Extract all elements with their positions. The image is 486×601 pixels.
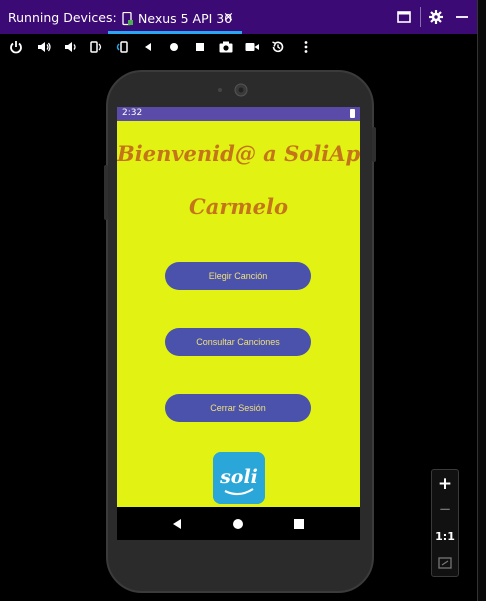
app-screen: 2:32 Bienvenid@ a SoliApp Carmelo Elegir… bbox=[117, 107, 360, 540]
volume-down-icon[interactable] bbox=[62, 39, 78, 55]
running-devices-window: Running Devices: Nexus 5 API 30 × 2:32 B… bbox=[0, 0, 486, 601]
logout-button[interactable]: Cerrar Sesión bbox=[165, 394, 311, 422]
consult-songs-button[interactable]: Consultar Canciones bbox=[165, 328, 311, 356]
zoom-in-button[interactable]: + bbox=[432, 474, 458, 494]
record-icon[interactable] bbox=[244, 39, 260, 55]
android-nav-bar bbox=[117, 507, 360, 540]
tab-close-icon[interactable]: × bbox=[223, 10, 234, 25]
device-toolbar bbox=[0, 34, 477, 60]
rotate-left-icon[interactable] bbox=[88, 39, 104, 55]
power-icon[interactable] bbox=[8, 39, 24, 55]
nav-overview-icon[interactable] bbox=[292, 517, 306, 531]
welcome-title: Bienvenid@ a SoliApp bbox=[117, 141, 360, 166]
more-icon[interactable] bbox=[298, 39, 314, 55]
nav-back-icon[interactable] bbox=[170, 517, 184, 531]
zoom-out-button[interactable]: − bbox=[432, 500, 458, 518]
right-tool-strip bbox=[477, 0, 486, 601]
status-bar: 2:32 bbox=[117, 107, 360, 121]
zoom-controls: + − 1:1 bbox=[431, 469, 459, 577]
phone-icon bbox=[122, 12, 133, 26]
speaker-grille-icon bbox=[218, 83, 248, 97]
home-icon[interactable] bbox=[166, 39, 182, 55]
fit-screen-icon[interactable] bbox=[438, 556, 452, 570]
back-icon[interactable] bbox=[140, 39, 156, 55]
camera-icon[interactable] bbox=[218, 39, 234, 55]
panel-title: Running Devices: bbox=[8, 10, 117, 25]
volume-side-button bbox=[104, 165, 108, 220]
rotate-right-icon[interactable] bbox=[114, 39, 130, 55]
soli-logo: soli bbox=[213, 452, 265, 504]
user-name: Carmelo bbox=[189, 194, 288, 219]
minimize-icon[interactable] bbox=[454, 9, 470, 25]
logo-text: soli bbox=[219, 466, 258, 488]
nav-home-icon[interactable] bbox=[231, 517, 245, 531]
soli-logo-graphic: soli bbox=[213, 452, 265, 504]
tab-nexus-5[interactable]: Nexus 5 API 30 × bbox=[108, 6, 242, 34]
volume-up-icon[interactable] bbox=[36, 39, 52, 55]
header-divider bbox=[420, 7, 421, 27]
gear-icon[interactable] bbox=[428, 9, 444, 25]
status-time: 2:32 bbox=[122, 108, 143, 118]
power-side-button bbox=[372, 127, 376, 162]
snapshot-icon[interactable] bbox=[270, 39, 286, 55]
tool-window-header: Running Devices: Nexus 5 API 30 × bbox=[0, 0, 477, 34]
tab-label: Nexus 5 API 30 bbox=[138, 11, 233, 26]
battery-icon bbox=[350, 109, 355, 118]
choose-song-button[interactable]: Elegir Canción bbox=[165, 262, 311, 290]
actual-size-button[interactable]: 1:1 bbox=[432, 530, 458, 543]
overview-icon[interactable] bbox=[192, 39, 208, 55]
restore-window-icon[interactable] bbox=[396, 9, 412, 25]
